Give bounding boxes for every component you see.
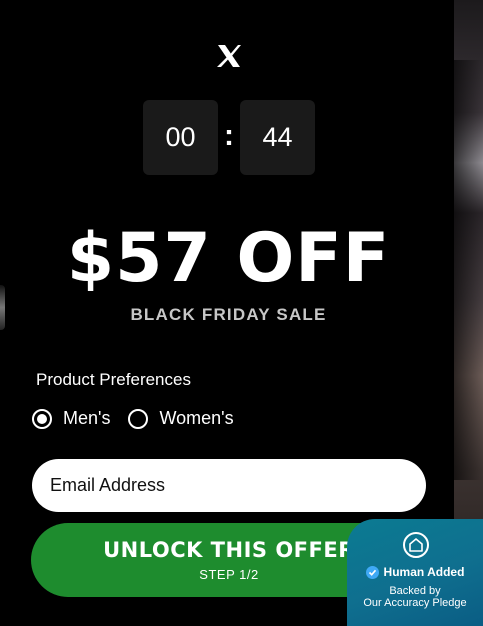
check-icon xyxy=(365,565,379,579)
radio-womens[interactable] xyxy=(128,408,149,429)
badge-line2: Our Accuracy Pledge xyxy=(363,597,467,609)
email-field[interactable] xyxy=(32,459,426,512)
timer-separator: : xyxy=(224,118,234,152)
preferences-label: Product Preferences xyxy=(36,370,191,389)
timer-minutes: 00 xyxy=(143,100,218,175)
badge-line1: Backed by xyxy=(389,585,441,597)
offer-headline: $57 OFF xyxy=(66,219,391,298)
preference-options: Men's Women's xyxy=(32,408,252,429)
offer-subheadline: BLACK FRIDAY SALE xyxy=(130,305,327,324)
badge-title: Human Added xyxy=(383,565,465,579)
radio-mens-label[interactable]: Men's xyxy=(63,408,110,429)
x-logo-icon xyxy=(216,44,242,68)
countdown-timer: 00 : 44 xyxy=(143,100,315,175)
accuracy-pledge-badge[interactable]: Human Added Backed by Our Accuracy Pledg… xyxy=(347,519,483,626)
radio-womens-label[interactable]: Women's xyxy=(159,408,233,429)
shield-home-icon xyxy=(403,532,429,558)
radio-mens[interactable] xyxy=(32,408,52,429)
badge-title-row: Human Added xyxy=(347,565,483,579)
timer-seconds: 44 xyxy=(240,100,315,175)
